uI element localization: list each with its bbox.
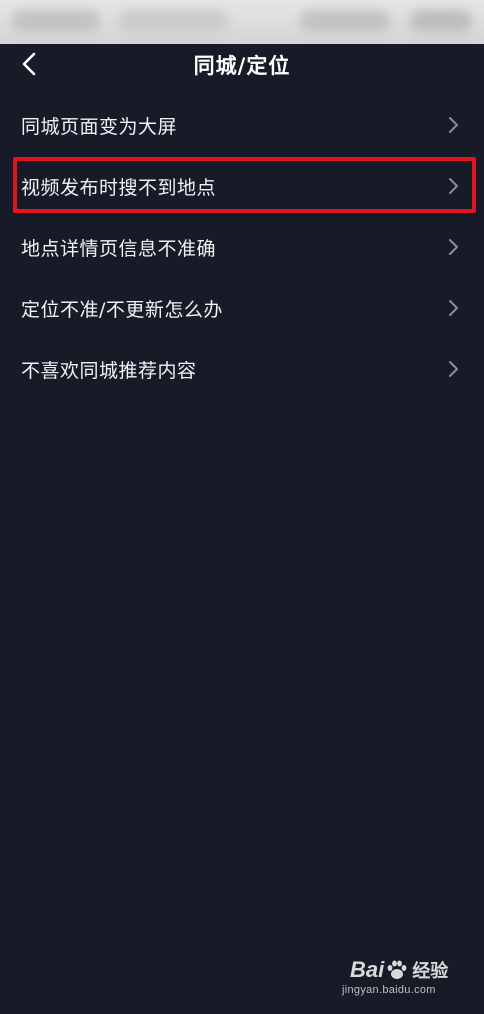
list-item-label: 定位不准/不更新怎么办 [21, 299, 223, 321]
list-item-dislike-recommendations[interactable]: 不喜欢同城推荐内容 [0, 338, 484, 399]
paw-icon [387, 960, 407, 979]
list-item-fullscreen[interactable]: 同城页面变为大屏 [0, 94, 484, 155]
watermark: Bai 经验 jingyan.baidu.com [342, 956, 462, 1000]
faq-list: 同城页面变为大屏 视频发布时搜不到地点 地点详情页信息不准确 定位不准/不更新怎… [0, 94, 484, 399]
list-item-label: 地点详情页信息不准确 [21, 238, 217, 260]
status-bar-blurred-region [410, 10, 472, 32]
status-bar-blurred-region [118, 10, 228, 32]
chevron-right-icon [449, 239, 458, 255]
chevron-right-icon [449, 361, 458, 377]
chevron-right-icon [449, 117, 458, 133]
watermark-url: jingyan.baidu.com [342, 984, 436, 996]
status-bar-blurred-region [300, 10, 390, 32]
list-item-label: 同城页面变为大屏 [21, 116, 178, 138]
status-bar [0, 0, 484, 44]
list-item-location-info-inaccurate[interactable]: 地点详情页信息不准确 [0, 216, 484, 277]
status-bar-blurred-region [12, 10, 100, 32]
list-item-positioning-issue[interactable]: 定位不准/不更新怎么办 [0, 277, 484, 338]
list-item-label: 不喜欢同城推荐内容 [21, 360, 197, 382]
page-title: 同城/定位 [193, 54, 291, 78]
nav-bar: 同城/定位 [0, 44, 484, 84]
watermark-brand: Bai [350, 957, 385, 982]
list-item-label: 视频发布时搜不到地点 [21, 177, 217, 199]
list-item-location-not-found[interactable]: 视频发布时搜不到地点 [0, 155, 484, 216]
watermark-logo: Bai 经验 [350, 956, 448, 984]
watermark-brand-suffix: 经验 [412, 961, 449, 982]
chevron-right-icon [449, 300, 458, 316]
app-screen: 同城/定位 同城页面变为大屏 视频发布时搜不到地点 地点详情页信息不准确 定位不… [0, 0, 484, 1014]
chevron-right-icon [449, 178, 458, 194]
